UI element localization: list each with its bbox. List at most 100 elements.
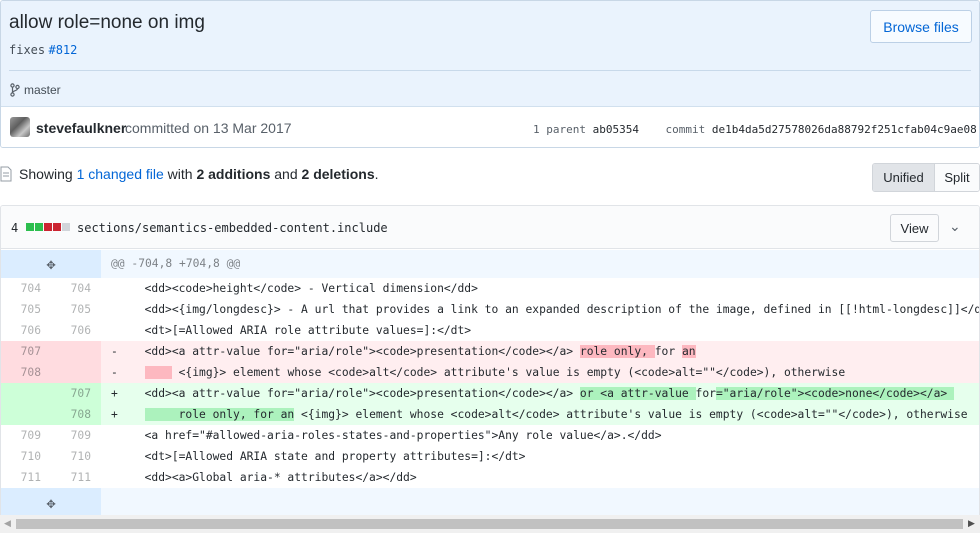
commit-box: allow role=none on img fixes #812 Browse… <box>0 0 980 148</box>
issue-link[interactable]: #812 <box>48 43 77 57</box>
code-segment: role only, <box>579 345 655 358</box>
new-line-number[interactable]: 707 <box>51 383 101 404</box>
code-segment: or <a attr-value <box>579 387 696 400</box>
line-code: <a href="#allowed-aria-roles-states-and-… <box>101 425 979 446</box>
changed-files-link[interactable]: 1 changed file <box>77 166 164 182</box>
file-header: 4 sections/semantics-embedded-content.in… <box>1 206 979 249</box>
added-line: 708 + role only, for an <{img}> element w… <box>1 404 979 425</box>
sha-info: 1 parent ab05354 commit de1b4da5d2757802… <box>533 123 977 136</box>
parent-label: 1 parent <box>533 123 586 136</box>
file-diff-icon <box>0 166 12 182</box>
new-line-number[interactable]: 710 <box>51 446 101 467</box>
commit-sha: de1b4da5d27578026da88792f251cfab04c9ae08 <box>711 123 977 136</box>
diffstat-block <box>62 223 70 231</box>
old-line-number[interactable]: 711 <box>1 467 51 488</box>
diff-sign: + <box>111 387 118 400</box>
old-line-number[interactable] <box>1 383 51 404</box>
line-code: + role only, for an <{img}> element whos… <box>101 404 979 425</box>
hunk-footer <box>101 488 979 517</box>
commit-header: allow role=none on img fixes #812 Browse… <box>1 1 979 107</box>
commit-title: allow role=none on img <box>9 12 205 33</box>
old-line-number[interactable]: 706 <box>1 320 51 341</box>
code-text: <dd><code>height</code> - Vertical dimen… <box>144 282 478 295</box>
context-line: 711 711 <dd><a>Global aria-* attributes</… <box>1 467 979 488</box>
code-segment: role only, for an <box>144 408 295 421</box>
file-path[interactable]: sections/semantics-embedded-content.incl… <box>77 221 388 235</box>
commit-description: fixes #812 <box>9 43 77 57</box>
summary-period: . <box>374 166 379 182</box>
old-line-number[interactable]: 705 <box>1 299 51 320</box>
diff-sign: + <box>111 408 118 421</box>
diffstat-block <box>44 223 52 231</box>
new-line-number[interactable]: 705 <box>51 299 101 320</box>
chevron-down-icon[interactable]: ⌄ <box>949 218 961 235</box>
branch-name[interactable]: master <box>24 83 61 97</box>
split-button[interactable]: Split <box>935 164 979 191</box>
line-code: - <{img}> element whose <code>alt</code>… <box>101 362 979 383</box>
commit-meta: stevefaulkner committed on 13 Mar 2017 1… <box>1 108 979 147</box>
deletions-count: 2 deletions <box>301 166 375 182</box>
context-line: 704 704 <dd><code>height</code> - Vertica… <box>1 278 979 299</box>
browse-files-button[interactable]: Browse files <box>870 10 972 43</box>
added-line: 707 + <dd><a attr-value for="aria/role"><… <box>1 383 979 404</box>
code-text: <dt>[=Allowed ARIA state and property at… <box>144 450 526 463</box>
summary-and: and <box>274 166 298 182</box>
scroll-left-icon[interactable]: ◀ <box>4 518 11 529</box>
line-code: <dd><code>height</code> - Vertical dimen… <box>101 278 979 299</box>
code-text: <dd><{img/longdesc}> - A url that provid… <box>144 303 980 316</box>
code-segment: for <box>695 387 716 400</box>
parent-sha-link[interactable]: ab05354 <box>593 123 639 136</box>
scroll-right-icon[interactable]: ▶ <box>968 518 975 529</box>
old-line-number[interactable]: 709 <box>1 425 51 446</box>
code-segment: <dd><a attr-value for="aria/role"><code>… <box>144 387 580 400</box>
new-line-number[interactable] <box>51 362 101 383</box>
avatar[interactable] <box>10 117 30 137</box>
new-line-number[interactable]: 708 <box>51 404 101 425</box>
diff-table: ✥ @@ -704,8 +704,8 @@ 704 704 <dd><code>h… <box>1 250 979 517</box>
summary-showing: Showing <box>19 166 73 182</box>
commit-label: commit <box>665 123 706 136</box>
expand-icon[interactable]: ✥ <box>1 488 101 517</box>
code-segment: for <box>654 345 682 358</box>
old-line-number[interactable]: 708 <box>1 362 51 383</box>
diffstat <box>26 223 70 231</box>
code-segment <box>144 366 172 379</box>
old-line-number[interactable] <box>1 404 51 425</box>
context-line: 705 705 <dd><{img/longdesc}> - A url that… <box>1 299 979 320</box>
expand-icon[interactable]: ✥ <box>1 250 101 278</box>
new-line-number[interactable]: 706 <box>51 320 101 341</box>
scrollbar-thumb[interactable] <box>16 519 963 529</box>
line-code: + <dd><a attr-value for="aria/role"><cod… <box>101 383 979 404</box>
code-segment: <{img}> element whose <code>alt</code> a… <box>171 366 846 379</box>
new-line-number[interactable]: 709 <box>51 425 101 446</box>
old-line-number[interactable]: 704 <box>1 278 51 299</box>
diff-summary: Showing 1 changed file with 2 additions … <box>0 166 379 182</box>
file-change-count: 4 <box>11 221 19 235</box>
file-diff: 4 sections/semantics-embedded-content.in… <box>0 205 980 533</box>
author-link[interactable]: stevefaulkner <box>36 120 126 136</box>
line-code: <dd><a>Global aria-* attributes</a></dd> <box>101 467 979 488</box>
diffstat-block <box>35 223 43 231</box>
summary-with: with <box>167 166 193 182</box>
old-line-number[interactable]: 707 <box>1 341 51 362</box>
deleted-line: 708 - <{img}> element whose <code>alt</co… <box>1 362 979 383</box>
line-code: <dd><{img/longdesc}> - A url that provid… <box>101 299 979 320</box>
new-line-number[interactable]: 711 <box>51 467 101 488</box>
diff-view-toggle: Unified Split <box>872 163 980 192</box>
diff-sign: - <box>111 345 118 358</box>
hunk-header: @@ -704,8 +704,8 @@ <box>101 250 979 278</box>
git-branch-icon <box>10 83 20 97</box>
code-segment: <{img}> element whose <code>alt</code> a… <box>294 408 968 421</box>
code-segment: <dd><a attr-value for="aria/role"><code>… <box>144 345 580 358</box>
unified-button[interactable]: Unified <box>873 164 935 191</box>
new-line-number[interactable] <box>51 341 101 362</box>
horizontal-scrollbar[interactable]: ◀ ▶ <box>0 515 980 533</box>
diffstat-block <box>53 223 61 231</box>
context-line: 706 706 <dt>[=Allowed ARIA role attribute… <box>1 320 979 341</box>
old-line-number[interactable]: 710 <box>1 446 51 467</box>
line-code: <dt>[=Allowed ARIA role attribute values… <box>101 320 979 341</box>
context-line: 709 709 <a href="#allowed-aria-roles-stat… <box>1 425 979 446</box>
new-line-number[interactable]: 704 <box>51 278 101 299</box>
committed-date: committed on 13 Mar 2017 <box>125 120 292 136</box>
view-file-button[interactable]: View <box>890 214 939 242</box>
